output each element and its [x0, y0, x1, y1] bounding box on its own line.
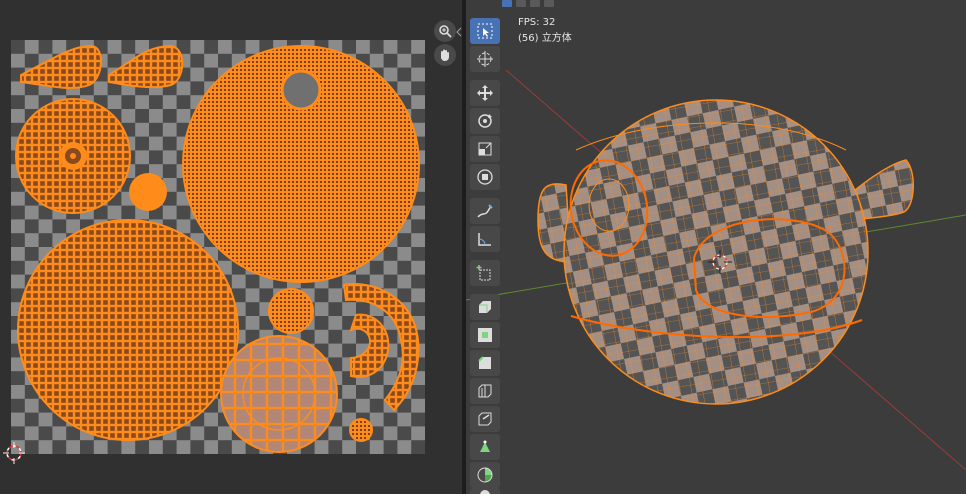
tool-bevel[interactable]: [470, 350, 500, 376]
pan-button[interactable]: [434, 44, 456, 66]
tool-poly-build[interactable]: [470, 434, 500, 460]
add-cube-icon: [476, 265, 491, 281]
viewport-scene[interactable]: [466, 0, 966, 494]
select-box-icon: [477, 23, 493, 39]
tool-transform[interactable]: [470, 164, 500, 190]
inset-icon: [478, 328, 492, 342]
poly-build-icon: [480, 440, 490, 452]
zoom-button[interactable]: [434, 20, 456, 42]
zoom-icon: [439, 25, 452, 38]
knife-icon: [478, 412, 492, 426]
active-object-label: (56) 立方体: [518, 33, 572, 44]
bevel-icon: [478, 356, 491, 369]
tool-annotate[interactable]: [470, 198, 500, 224]
measure-icon: [478, 233, 491, 246]
3d-viewport[interactable]: FPS: 32 (56) 立方体: [466, 0, 966, 494]
uv-editor[interactable]: [0, 0, 462, 494]
move-icon: [477, 85, 493, 101]
extrude-icon: [479, 301, 491, 313]
tool-more[interactable]: [470, 488, 500, 494]
tool-add-cube[interactable]: [470, 260, 500, 286]
uv-checker-texture[interactable]: [11, 40, 425, 454]
hand-icon: [441, 49, 449, 61]
tool-measure[interactable]: [470, 226, 500, 252]
tool-inset[interactable]: [470, 322, 500, 348]
tool-select-box[interactable]: [470, 18, 500, 44]
annotate-icon: [477, 204, 493, 218]
tool-move[interactable]: [470, 80, 500, 106]
scale-icon: [478, 142, 492, 156]
rotate-icon: [478, 114, 492, 128]
transform-icon: [477, 169, 493, 185]
fps-label: FPS: 32: [518, 17, 556, 28]
tool-scale[interactable]: [470, 136, 500, 162]
tool-cursor[interactable]: [470, 46, 500, 72]
tool-extrude[interactable]: [470, 294, 500, 320]
tool-spin[interactable]: [470, 462, 500, 488]
cursor-icon: [477, 51, 493, 67]
tool-knife[interactable]: [470, 406, 500, 432]
spin-icon: [477, 467, 493, 483]
tool-loop-cut[interactable]: [470, 378, 500, 404]
sphere-icon: [480, 490, 490, 494]
2d-cursor-icon[interactable]: [3, 442, 25, 464]
loop-cut-icon: [478, 384, 492, 398]
tool-rotate[interactable]: [470, 108, 500, 134]
